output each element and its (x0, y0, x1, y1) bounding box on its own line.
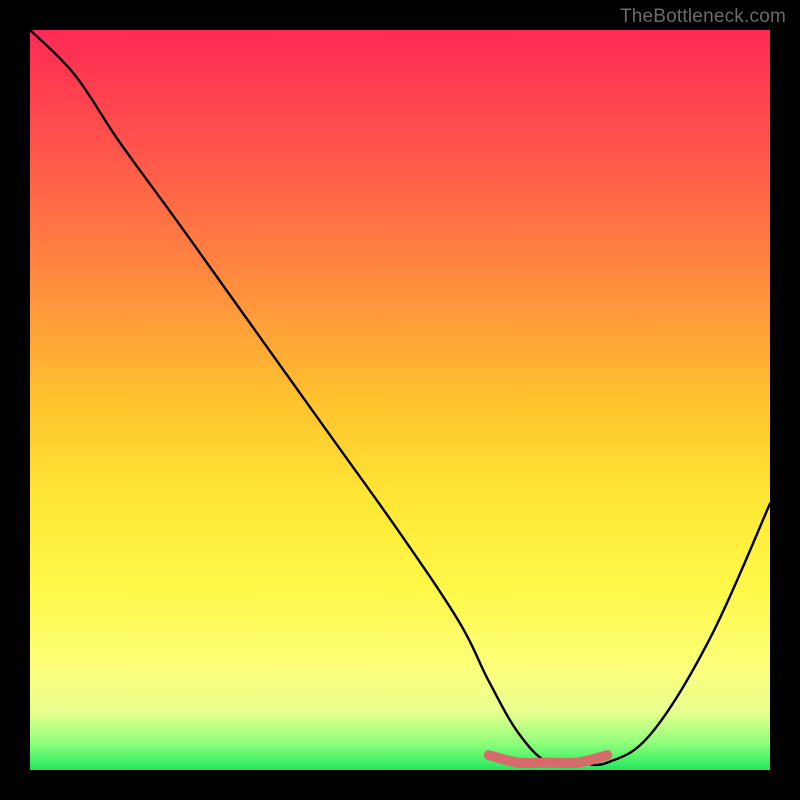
chart-svg (30, 30, 770, 770)
bottleneck-chart (30, 30, 770, 770)
bottleneck-curve-path (30, 30, 770, 765)
watermark-text: TheBottleneck.com (620, 6, 786, 28)
optimal-range-path (489, 755, 607, 763)
